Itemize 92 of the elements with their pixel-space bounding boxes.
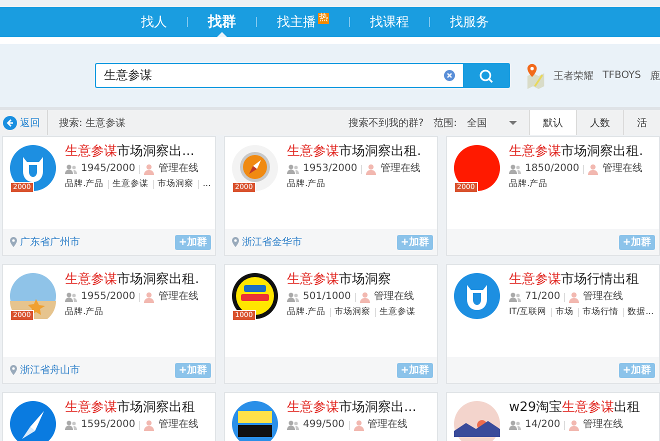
group-avatar-image <box>10 401 56 441</box>
admin-icon <box>569 420 580 430</box>
group-tag: 市场 <box>556 305 574 319</box>
range-dropdown[interactable]: 全国 <box>467 116 517 130</box>
group-title-link[interactable]: w29淘宝生意参谋出租 <box>509 399 655 416</box>
admin-status: 管理在线 <box>368 418 408 432</box>
group-title-link[interactable]: 生意参谋市场洞察 <box>287 271 433 288</box>
member-count: 1850/2000 <box>525 162 580 176</box>
group-card[interactable]: w29淘宝生意参谋出租 14/200 管理在线 <box>446 392 660 441</box>
members-icon <box>65 292 77 302</box>
group-tag: 数据... <box>628 305 654 319</box>
group-tag: 品牌.产品 <box>65 305 104 319</box>
admin-status: 管理在线 <box>158 418 198 432</box>
search-field[interactable]: 生意参谋 <box>95 63 463 88</box>
members-icon <box>287 164 299 174</box>
search-icon <box>479 68 494 82</box>
location-pin-icon <box>232 237 239 247</box>
group-tag: 品牌.产品 <box>287 177 326 191</box>
member-count: 14/200 <box>525 418 560 432</box>
member-count: 1953/2000 <box>303 162 358 176</box>
group-tag: 品牌.产品 <box>65 177 104 191</box>
member-count: 1595/2000 <box>81 418 136 432</box>
hot-keyword-link[interactable]: 王者荣耀 <box>554 68 594 82</box>
group-title-link[interactable]: 生意参谋市场行情出租 <box>509 271 655 288</box>
hot-keyword-link[interactable]: TFBOYS <box>602 70 641 81</box>
group-location: 广东省广州市 <box>20 236 80 249</box>
group-avatar-image <box>454 401 500 441</box>
group-title-link[interactable]: 生意参谋市场洞察出租 <box>65 399 211 416</box>
group-tag: 品牌.产品 <box>287 305 326 319</box>
members-icon <box>509 164 521 174</box>
member-count: 1945/2000 <box>81 162 136 176</box>
group-avatar-image <box>10 145 56 191</box>
group-tag: ... <box>202 177 211 191</box>
search-query-label: 搜索: 生意参谋 <box>59 116 126 130</box>
admin-status: 管理在线 <box>583 418 624 432</box>
admin-status: 管理在线 <box>158 162 198 176</box>
hot-keyword-link[interactable]: 鹿 <box>650 68 660 82</box>
group-tag: 生意参谋 <box>380 305 416 319</box>
admin-status: 管理在线 <box>158 290 198 304</box>
group-title-link[interactable]: 生意参谋市场洞察出... <box>287 399 433 416</box>
group-location: 浙江省金华市 <box>242 236 302 249</box>
back-link[interactable]: 返回 <box>0 110 48 135</box>
location-pin-icon <box>10 365 17 375</box>
admin-icon <box>144 420 154 430</box>
group-title-link[interactable]: 生意参谋市场洞察出租. <box>287 143 433 160</box>
not-found-link[interactable]: 搜索不到我的群? <box>348 116 424 130</box>
search-button[interactable] <box>463 63 510 88</box>
hot-badge: 热 <box>318 13 329 24</box>
admin-icon <box>569 292 580 302</box>
admin-icon <box>366 164 376 174</box>
admin-icon <box>588 164 598 174</box>
member-count: 499/500 <box>303 418 345 432</box>
location-pin-icon <box>10 237 17 247</box>
group-tag: 品牌.产品 <box>509 177 548 191</box>
members-icon <box>509 420 521 430</box>
members-icon <box>65 420 77 430</box>
group-tag: 市场洞察 <box>158 177 194 191</box>
admin-icon <box>360 292 370 302</box>
group-card[interactable]: 生意参谋市场洞察出... 499/500 管理在线 <box>224 392 438 441</box>
group-title-link[interactable]: 生意参谋市场洞察出租. <box>509 143 655 160</box>
group-avatar-image <box>454 145 500 191</box>
group-title-link[interactable]: 生意参谋市场洞察出租. <box>65 271 211 288</box>
group-location: 浙江省舟山市 <box>20 364 80 377</box>
members-icon <box>65 164 77 174</box>
group-avatar-image <box>232 401 278 441</box>
group-card[interactable]: 生意参谋市场行情出租 71/200 管理在线 IT/互联网 市场 市场行情 数据... +加群 <box>446 264 660 384</box>
group-avatar-image <box>232 145 278 191</box>
group-tag: IT/互联网 <box>509 305 547 319</box>
group-tag: 市场洞察 <box>334 305 371 319</box>
admin-status: 管理在线 <box>374 290 414 304</box>
admin-status: 管理在线 <box>602 162 642 176</box>
member-count: 1955/2000 <box>81 290 136 304</box>
group-card[interactable]: 生意参谋市场洞察出租 1595/2000 管理在线 <box>2 392 216 441</box>
member-count: 501/1000 <box>303 290 351 304</box>
sort-tab[interactable]: 默认 <box>529 110 576 135</box>
group-avatar-image <box>454 273 500 319</box>
members-icon <box>287 420 299 430</box>
admin-icon <box>144 292 154 302</box>
admin-icon <box>354 420 364 430</box>
clear-icon[interactable] <box>444 70 455 81</box>
admin-status: 管理在线 <box>583 290 624 304</box>
members-icon <box>509 292 521 302</box>
group-tag: 市场行情 <box>582 305 619 319</box>
admin-status: 管理在线 <box>380 162 420 176</box>
group-avatar-image <box>232 273 278 319</box>
caret-icon <box>509 120 517 124</box>
members-icon <box>287 292 299 302</box>
group-tag: 生意参谋 <box>112 177 149 191</box>
member-count: 71/200 <box>525 290 560 304</box>
range-label: 范围: <box>434 116 457 130</box>
admin-icon <box>144 164 154 174</box>
group-title-link[interactable]: 生意参谋市场洞察出... <box>65 143 211 160</box>
